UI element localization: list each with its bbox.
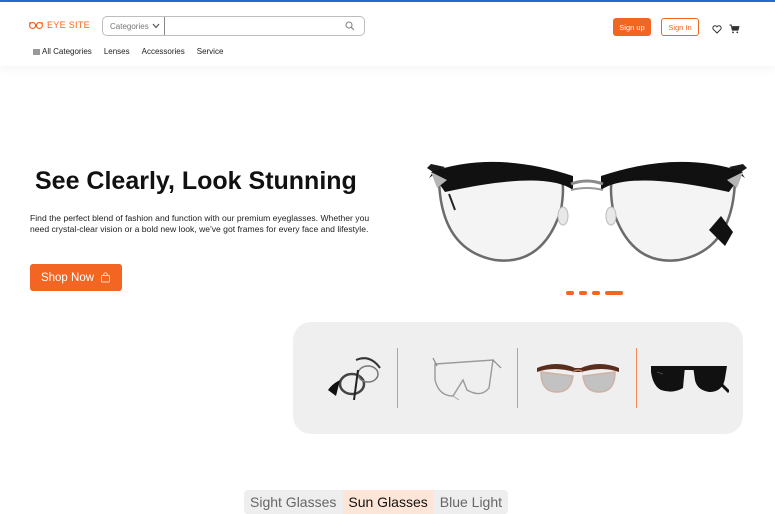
hero-eyeglasses-image [427,161,747,262]
rimless-glasses-icon [432,357,502,401]
signin-button[interactable]: Sign In [661,18,699,36]
hero-carousel-indicators [566,291,623,295]
thumbnail-2[interactable] [417,322,509,434]
site-header: EYE SITE Categories Sign up Sign In All … [0,2,775,66]
thumbnail-4[interactable] [649,322,729,434]
heart-icon[interactable] [712,21,722,39]
logo-text: EYE SITE [47,20,90,30]
carousel-dot-active[interactable] [605,291,623,295]
nav-label: Accessories [141,47,185,56]
search-icon[interactable] [340,21,360,31]
search-bar: Categories [102,16,365,36]
tab-sight-glasses[interactable]: Sight Glasses [245,490,341,514]
shop-now-button[interactable]: Shop Now [30,264,122,291]
thumbnail-3[interactable] [529,322,627,434]
tab-sun-glasses[interactable]: Sun Glasses [343,490,433,514]
thumbnail-divider [636,348,637,408]
black-sunglasses-icon [651,366,729,394]
shop-now-label: Shop Now [40,271,95,284]
category-nav: All Categories Lenses Accessories Servic… [33,47,223,56]
nav-label: Lenses [103,47,130,56]
hero-description: Find the perfect blend of fashion and fu… [30,213,370,234]
category-dropdown-label: Categories [110,21,149,31]
carousel-dot[interactable] [592,291,600,295]
thumbnail-divider [397,348,398,408]
shopping-bag-icon [101,272,110,283]
logo[interactable]: EYE SITE [29,20,90,30]
menu-icon [33,49,40,54]
product-category-tabs: Sight Glasses Sun Glasses Blue Light [244,490,509,514]
carousel-dot[interactable] [579,291,587,295]
signup-button[interactable]: Sign up [613,18,651,36]
tab-blue-light[interactable]: Blue Light [435,490,507,514]
glasses-logo-icon [29,21,43,30]
product-thumbnail-panel [293,322,743,434]
browline-sunglasses-icon [537,364,619,393]
eyeglasses-side-view-icon [328,357,381,401]
category-dropdown[interactable]: Categories [103,17,165,35]
chevron-down-icon [152,23,160,29]
hero-title: See Clearly, Look Stunning [35,167,357,195]
nav-lenses[interactable]: Lenses [104,47,130,56]
thumbnail-1[interactable] [311,322,397,434]
nav-service[interactable]: Service [197,47,224,56]
nav-accessories[interactable]: Accessories [142,47,185,56]
carousel-dot[interactable] [566,291,574,295]
nav-label: All Categories [42,47,92,56]
search-input[interactable] [166,17,340,35]
thumbnail-divider [517,348,518,408]
cart-icon[interactable] [729,21,740,39]
nav-all-categories[interactable]: All Categories [33,47,92,56]
nav-label: Service [196,47,224,56]
